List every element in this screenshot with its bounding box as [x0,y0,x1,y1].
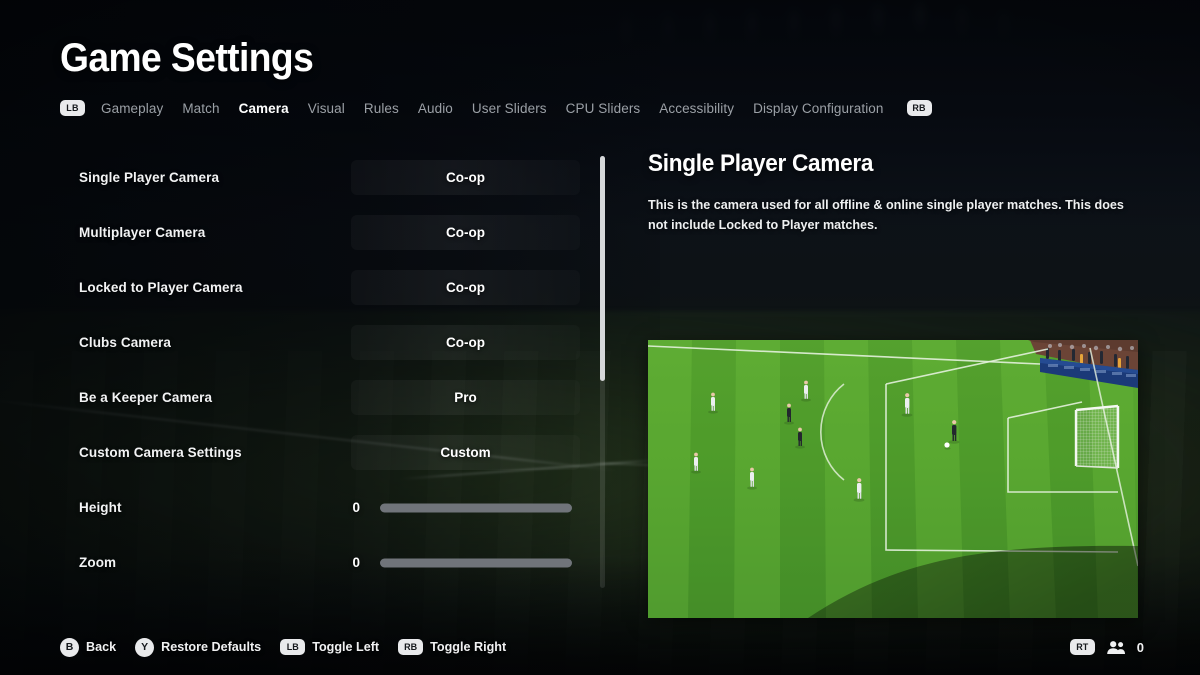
tab-visual[interactable]: Visual [308,101,364,116]
setting-row[interactable]: Height 0 [60,480,580,535]
tab-rules[interactable]: Rules [364,101,418,116]
tab-match[interactable]: Match [182,101,238,116]
prompt-restore-defaults[interactable]: Y Restore Defaults [135,637,262,657]
tab-camera[interactable]: Camera [239,101,308,116]
right-bumper-icon[interactable]: RB [906,100,932,116]
setting-label: Locked to Player Camera [79,280,243,295]
setting-value[interactable]: Co-op [351,150,580,205]
bottom-right-status: RT 0 [1069,635,1144,659]
detail-panel: Single Player Camera This is the camera … [648,150,1140,235]
slider-track[interactable] [380,558,572,567]
prompt-toggle-right[interactable]: RB Toggle Right [398,639,506,655]
right-trigger-icon[interactable]: RT [1069,639,1095,655]
pitch-preview-svg [648,340,1138,618]
left-bumper-icon[interactable]: LB [60,100,85,116]
setting-row[interactable]: Zoom 0 [60,535,580,590]
tab-user-sliders[interactable]: User Sliders [472,101,566,116]
setting-value[interactable]: Co-op [351,260,580,315]
y-button-icon[interactable]: Y [135,637,155,657]
people-icon [1106,640,1126,655]
tab-cpu-sliders[interactable]: CPU Sliders [566,101,660,116]
setting-row[interactable]: Clubs Camera Co-op [60,315,580,370]
lb-button-icon[interactable]: LB [280,639,306,655]
setting-label: Zoom [79,555,117,570]
setting-row[interactable]: Multiplayer Camera Co-op [60,205,580,260]
prompt-label: Toggle Right [430,640,507,654]
prompt-toggle-left[interactable]: LB Toggle Left [280,639,379,655]
slider-value: 0 [352,500,360,515]
setting-label: Height [79,500,122,515]
slider-value: 0 [352,555,360,570]
slider-track[interactable] [380,503,572,512]
tab-accessibility[interactable]: Accessibility [659,101,753,116]
rb-button-icon[interactable]: RB [398,639,424,655]
online-count: 0 [1136,639,1144,655]
tab-audio[interactable]: Audio [418,101,472,116]
setting-label: Clubs Camera [79,335,171,350]
prompt-back[interactable]: B Back [60,637,117,657]
tab-gameplay[interactable]: Gameplay [101,101,182,116]
setting-value[interactable]: Co-op [351,315,580,370]
setting-value[interactable]: Co-op [351,205,580,260]
setting-label: Custom Camera Settings [79,445,242,460]
b-button-icon[interactable]: B [60,637,79,657]
page-title: Game Settings [60,36,314,80]
setting-row[interactable]: Custom Camera Settings Custom [60,425,580,480]
setting-label: Single Player Camera [79,170,220,185]
setting-row[interactable]: Single Player Camera Co-op [60,150,580,205]
prompt-label: Back [86,640,117,654]
setting-row[interactable]: Locked to Player Camera Co-op [60,260,580,315]
detail-description: This is the camera used for all offline … [648,198,1124,232]
settings-scrollbar[interactable] [600,156,605,588]
bottom-prompt-bar: B Back Y Restore Defaults LB Toggle Left RB Tog… [60,635,525,659]
setting-row[interactable]: Be a Keeper Camera Pro [60,370,580,425]
setting-label: Multiplayer Camera [79,225,206,240]
prompt-label: Restore Defaults [161,640,262,654]
settings-list[interactable]: Single Player Camera Co-op Multiplayer Cam… [60,150,580,590]
camera-preview-image [648,340,1138,618]
prompt-label: Toggle Left [312,640,380,654]
setting-label: Be a Keeper Camera [79,390,213,405]
setting-value[interactable]: Pro [351,370,580,425]
detail-title: Single Player Camera [648,150,874,177]
setting-value[interactable]: Custom [351,425,580,480]
settings-scrollbar-thumb[interactable] [600,156,605,381]
tab-display-configuration[interactable]: Display Configuration [753,101,902,116]
settings-tabbar[interactable]: LB Gameplay Match Camera Visual Rules Audio Us… [60,97,932,119]
